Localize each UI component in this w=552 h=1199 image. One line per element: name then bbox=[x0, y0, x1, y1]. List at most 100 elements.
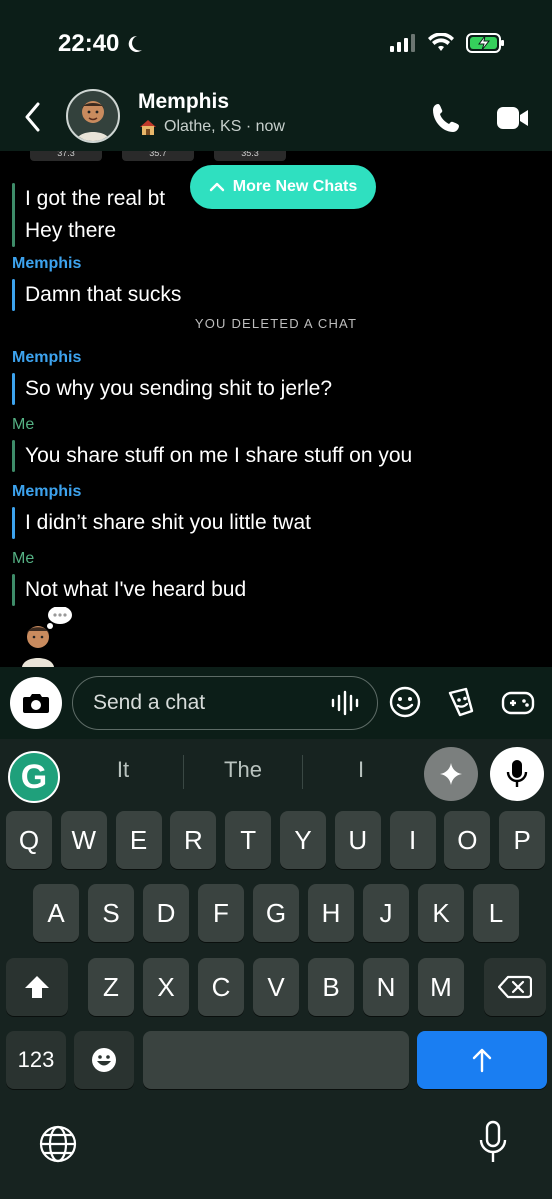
sticker-icon[interactable] bbox=[444, 685, 478, 719]
shift-key[interactable] bbox=[6, 958, 68, 1016]
wifi-icon bbox=[428, 33, 454, 51]
numbers-key[interactable]: 123 bbox=[6, 1031, 66, 1089]
cellular-signal-icon bbox=[390, 34, 415, 52]
message-block: Me You share stuff on me I share stuff o… bbox=[12, 416, 412, 472]
key-c[interactable]: C bbox=[198, 958, 244, 1016]
sender-label: Me bbox=[12, 416, 35, 433]
key-q[interactable]: Q bbox=[6, 811, 52, 869]
key-v[interactable]: V bbox=[253, 958, 299, 1016]
message-row[interactable]: So why you sending shit to jerle? bbox=[12, 373, 332, 405]
message-block: Memphis I didn’t share shit you little t… bbox=[12, 483, 311, 539]
message-line: I got the real bt bbox=[25, 187, 166, 210]
key-u[interactable]: U bbox=[334, 811, 381, 869]
message-text: Damn that sucks bbox=[25, 283, 182, 306]
message-row[interactable]: Not what I've heard bud bbox=[12, 574, 246, 606]
key-r[interactable]: R bbox=[170, 811, 217, 869]
contact-name[interactable]: Memphis bbox=[138, 90, 229, 114]
message-row[interactable]: You share stuff on me I share stuff on y… bbox=[12, 440, 412, 472]
backspace-key[interactable] bbox=[484, 958, 546, 1016]
emoji-key[interactable] bbox=[74, 1031, 134, 1089]
house-icon bbox=[140, 120, 156, 135]
globe-icon[interactable] bbox=[38, 1124, 78, 1164]
message-row[interactable]: Damn that sucks bbox=[12, 279, 181, 311]
message-text: Not what I've heard bud bbox=[25, 578, 247, 601]
message-bar bbox=[12, 440, 15, 472]
space-key[interactable] bbox=[143, 1031, 409, 1089]
suggestion-item[interactable]: The bbox=[188, 757, 298, 783]
stats-strip: 37.3 35.7 35.3 bbox=[30, 151, 286, 161]
key-y[interactable]: Y bbox=[280, 811, 326, 869]
key-n[interactable]: N bbox=[363, 958, 409, 1016]
key-f[interactable]: F bbox=[198, 884, 244, 942]
key-t[interactable]: T bbox=[225, 811, 272, 869]
message-block: Memphis Damn that sucks bbox=[12, 255, 181, 311]
message-row[interactable]: I didn’t share shit you little twat bbox=[12, 507, 311, 539]
sender-label: Memphis bbox=[12, 483, 82, 500]
more-new-chats-label: More New Chats bbox=[232, 178, 358, 195]
chevron-left-icon bbox=[25, 102, 40, 132]
key-x[interactable]: X bbox=[143, 958, 189, 1016]
voice-note-icon[interactable] bbox=[330, 690, 362, 716]
key-j[interactable]: J bbox=[363, 884, 409, 942]
key-b[interactable]: B bbox=[308, 958, 354, 1016]
key-h[interactable]: H bbox=[308, 884, 354, 942]
camera-icon bbox=[23, 694, 49, 713]
game-controller-icon[interactable] bbox=[500, 685, 536, 719]
suggestion-item[interactable]: I bbox=[306, 757, 416, 783]
message-bar bbox=[12, 574, 15, 606]
stat-chip: 35.3 bbox=[214, 151, 286, 161]
key-g[interactable]: G bbox=[253, 884, 299, 942]
key-s[interactable]: S bbox=[88, 884, 134, 942]
battery-charging-icon bbox=[466, 33, 504, 53]
key-a[interactable]: A bbox=[33, 884, 79, 942]
camera-button[interactable] bbox=[10, 677, 62, 729]
key-i[interactable]: I bbox=[389, 811, 436, 869]
suggestion-bar: G It The I bbox=[0, 739, 552, 807]
grammarly-logo[interactable]: G bbox=[8, 751, 60, 803]
status-icons bbox=[390, 32, 506, 54]
microphone-icon bbox=[506, 760, 528, 787]
suggestion-item[interactable]: It bbox=[68, 757, 178, 783]
sparkle-button[interactable] bbox=[424, 747, 478, 801]
key-m[interactable]: M bbox=[418, 958, 464, 1016]
message-bar bbox=[12, 373, 15, 405]
sparkle-icon bbox=[440, 763, 462, 785]
message-block: Me Not what I've heard bud bbox=[12, 550, 246, 606]
bitmoji-avatar-icon bbox=[76, 101, 110, 141]
voice-dictation-button[interactable] bbox=[490, 747, 544, 801]
phone-call-icon[interactable] bbox=[430, 101, 464, 135]
status-time: 22:40 bbox=[58, 30, 143, 58]
chat-area[interactable]: 37.3 35.7 35.3 I got the real bt Hey the… bbox=[0, 151, 552, 667]
message-block: I got the real bt Hey there bbox=[12, 177, 165, 247]
chevron-up-icon bbox=[209, 182, 224, 192]
top-bar: 22:40 Memphis Olathe, KS · now bbox=[0, 0, 552, 151]
video-call-icon[interactable] bbox=[496, 104, 530, 132]
emoji-icon[interactable] bbox=[388, 685, 422, 719]
key-z[interactable]: Z bbox=[88, 958, 134, 1016]
suggestion-divider bbox=[183, 755, 184, 789]
arrow-up-icon bbox=[472, 1048, 492, 1073]
contact-location: Olathe, KS · now bbox=[138, 117, 285, 137]
key-k[interactable]: K bbox=[418, 884, 464, 942]
dictation-microphone-icon[interactable] bbox=[476, 1120, 510, 1164]
key-w[interactable]: W bbox=[60, 811, 107, 869]
key-l[interactable]: L bbox=[473, 884, 519, 942]
moon-icon bbox=[129, 35, 143, 52]
backspace-icon bbox=[498, 975, 532, 999]
composer-bar bbox=[0, 667, 552, 739]
typing-bitmoji-icon bbox=[22, 607, 72, 667]
send-return-key[interactable] bbox=[417, 1031, 547, 1089]
contact-avatar[interactable] bbox=[66, 89, 120, 143]
status-time-text: 22:40 bbox=[58, 30, 120, 57]
message-text: I didn’t share shit you little twat bbox=[25, 511, 311, 534]
stat-chip: 37.3 bbox=[30, 151, 102, 161]
message-row[interactable]: I got the real bt Hey there bbox=[12, 183, 165, 247]
back-button[interactable] bbox=[22, 100, 50, 134]
key-o[interactable]: O bbox=[444, 811, 491, 869]
suggestion-divider bbox=[302, 755, 303, 789]
message-line: Hey there bbox=[25, 219, 117, 242]
key-p[interactable]: P bbox=[499, 811, 546, 869]
more-new-chats-button[interactable]: More New Chats bbox=[190, 165, 376, 209]
key-e[interactable]: E bbox=[115, 811, 162, 869]
key-d[interactable]: D bbox=[143, 884, 189, 942]
